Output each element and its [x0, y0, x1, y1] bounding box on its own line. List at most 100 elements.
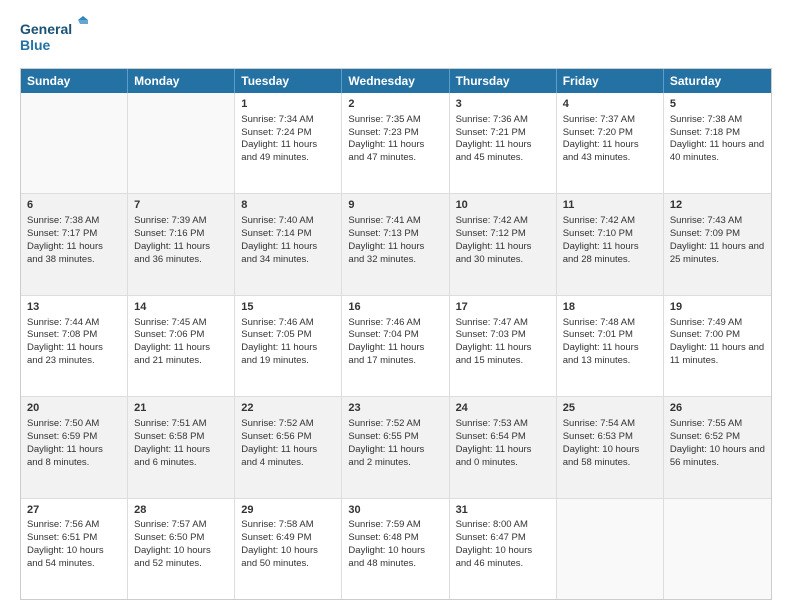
calendar-cell: 3 Sunrise: 7:36 AM Sunset: 7:21 PM Dayli…: [450, 93, 557, 193]
day-number: 19: [670, 300, 765, 315]
calendar-cell: [21, 93, 128, 193]
daylight: Daylight: 11 hours and 17 minutes.: [348, 342, 424, 366]
sunset: Sunset: 7:00 PM: [670, 329, 740, 340]
day-number: 23: [348, 401, 442, 416]
sunset: Sunset: 7:04 PM: [348, 329, 418, 340]
day-number: 2: [348, 97, 442, 112]
day-number: 6: [27, 198, 121, 213]
sunset: Sunset: 7:13 PM: [348, 228, 418, 239]
sunrise: Sunrise: 7:53 AM: [456, 418, 528, 429]
daylight: Daylight: 11 hours and 23 minutes.: [27, 342, 103, 366]
daylight: Daylight: 11 hours and 4 minutes.: [241, 444, 317, 468]
header-cell-sunday: Sunday: [21, 69, 128, 93]
sunset: Sunset: 7:16 PM: [134, 228, 204, 239]
sunset: Sunset: 7:10 PM: [563, 228, 633, 239]
day-number: 3: [456, 97, 550, 112]
sunrise: Sunrise: 7:43 AM: [670, 215, 742, 226]
daylight: Daylight: 11 hours and 43 minutes.: [563, 139, 639, 163]
day-number: 11: [563, 198, 657, 213]
calendar-row: 20 Sunrise: 7:50 AM Sunset: 6:59 PM Dayl…: [21, 396, 771, 497]
calendar-cell: 23 Sunrise: 7:52 AM Sunset: 6:55 PM Dayl…: [342, 397, 449, 497]
header-cell-thursday: Thursday: [450, 69, 557, 93]
day-number: 8: [241, 198, 335, 213]
daylight: Daylight: 11 hours and 30 minutes.: [456, 241, 532, 265]
calendar-cell: [557, 499, 664, 599]
calendar-cell: 1 Sunrise: 7:34 AM Sunset: 7:24 PM Dayli…: [235, 93, 342, 193]
sunset: Sunset: 6:55 PM: [348, 431, 418, 442]
day-number: 31: [456, 503, 550, 518]
calendar-cell: 8 Sunrise: 7:40 AM Sunset: 7:14 PM Dayli…: [235, 194, 342, 294]
sunset: Sunset: 6:56 PM: [241, 431, 311, 442]
calendar-cell: 19 Sunrise: 7:49 AM Sunset: 7:00 PM Dayl…: [664, 296, 771, 396]
day-number: 28: [134, 503, 228, 518]
daylight: Daylight: 11 hours and 13 minutes.: [563, 342, 639, 366]
header-cell-monday: Monday: [128, 69, 235, 93]
logo: General Blue: [20, 16, 90, 60]
sunrise: Sunrise: 7:56 AM: [27, 519, 99, 530]
sunrise: Sunrise: 7:45 AM: [134, 317, 206, 328]
sunrise: Sunrise: 7:38 AM: [670, 114, 742, 125]
daylight: Daylight: 11 hours and 6 minutes.: [134, 444, 210, 468]
daylight: Daylight: 11 hours and 11 minutes.: [670, 342, 764, 366]
sunrise: Sunrise: 7:38 AM: [27, 215, 99, 226]
sunrise: Sunrise: 7:48 AM: [563, 317, 635, 328]
daylight: Daylight: 11 hours and 21 minutes.: [134, 342, 210, 366]
sunrise: Sunrise: 7:52 AM: [348, 418, 420, 429]
daylight: Daylight: 11 hours and 36 minutes.: [134, 241, 210, 265]
sunset: Sunset: 6:53 PM: [563, 431, 633, 442]
day-number: 10: [456, 198, 550, 213]
sunset: Sunset: 7:12 PM: [456, 228, 526, 239]
calendar-cell: 9 Sunrise: 7:41 AM Sunset: 7:13 PM Dayli…: [342, 194, 449, 294]
sunset: Sunset: 6:50 PM: [134, 532, 204, 543]
sunrise: Sunrise: 7:50 AM: [27, 418, 99, 429]
logo-svg: General Blue: [20, 16, 90, 60]
sunrise: Sunrise: 7:46 AM: [348, 317, 420, 328]
sunset: Sunset: 7:17 PM: [27, 228, 97, 239]
day-number: 27: [27, 503, 121, 518]
calendar-cell: 13 Sunrise: 7:44 AM Sunset: 7:08 PM Dayl…: [21, 296, 128, 396]
daylight: Daylight: 10 hours and 58 minutes.: [563, 444, 640, 468]
calendar-cell: [664, 499, 771, 599]
sunrise: Sunrise: 7:39 AM: [134, 215, 206, 226]
calendar-cell: 16 Sunrise: 7:46 AM Sunset: 7:04 PM Dayl…: [342, 296, 449, 396]
day-number: 12: [670, 198, 765, 213]
daylight: Daylight: 11 hours and 15 minutes.: [456, 342, 532, 366]
calendar-cell: 27 Sunrise: 7:56 AM Sunset: 6:51 PM Dayl…: [21, 499, 128, 599]
sunrise: Sunrise: 7:52 AM: [241, 418, 313, 429]
day-number: 9: [348, 198, 442, 213]
day-number: 15: [241, 300, 335, 315]
day-number: 22: [241, 401, 335, 416]
daylight: Daylight: 11 hours and 8 minutes.: [27, 444, 103, 468]
daylight: Daylight: 11 hours and 34 minutes.: [241, 241, 317, 265]
calendar-row: 1 Sunrise: 7:34 AM Sunset: 7:24 PM Dayli…: [21, 93, 771, 193]
day-number: 24: [456, 401, 550, 416]
sunrise: Sunrise: 7:35 AM: [348, 114, 420, 125]
calendar-cell: 4 Sunrise: 7:37 AM Sunset: 7:20 PM Dayli…: [557, 93, 664, 193]
calendar-cell: 26 Sunrise: 7:55 AM Sunset: 6:52 PM Dayl…: [664, 397, 771, 497]
sunset: Sunset: 6:51 PM: [27, 532, 97, 543]
calendar: SundayMondayTuesdayWednesdayThursdayFrid…: [20, 68, 772, 600]
sunrise: Sunrise: 7:37 AM: [563, 114, 635, 125]
daylight: Daylight: 11 hours and 2 minutes.: [348, 444, 424, 468]
calendar-cell: 15 Sunrise: 7:46 AM Sunset: 7:05 PM Dayl…: [235, 296, 342, 396]
daylight: Daylight: 11 hours and 28 minutes.: [563, 241, 639, 265]
calendar-cell: 31 Sunrise: 8:00 AM Sunset: 6:47 PM Dayl…: [450, 499, 557, 599]
calendar-cell: 30 Sunrise: 7:59 AM Sunset: 6:48 PM Dayl…: [342, 499, 449, 599]
day-number: 4: [563, 97, 657, 112]
day-number: 29: [241, 503, 335, 518]
sunset: Sunset: 7:09 PM: [670, 228, 740, 239]
calendar-cell: 14 Sunrise: 7:45 AM Sunset: 7:06 PM Dayl…: [128, 296, 235, 396]
sunset: Sunset: 6:47 PM: [456, 532, 526, 543]
calendar-cell: 10 Sunrise: 7:42 AM Sunset: 7:12 PM Dayl…: [450, 194, 557, 294]
sunrise: Sunrise: 7:40 AM: [241, 215, 313, 226]
svg-text:General: General: [20, 21, 72, 37]
calendar-row: 27 Sunrise: 7:56 AM Sunset: 6:51 PM Dayl…: [21, 498, 771, 599]
sunrise: Sunrise: 7:58 AM: [241, 519, 313, 530]
calendar-cell: 12 Sunrise: 7:43 AM Sunset: 7:09 PM Dayl…: [664, 194, 771, 294]
calendar-cell: 11 Sunrise: 7:42 AM Sunset: 7:10 PM Dayl…: [557, 194, 664, 294]
calendar-cell: 2 Sunrise: 7:35 AM Sunset: 7:23 PM Dayli…: [342, 93, 449, 193]
sunrise: Sunrise: 7:42 AM: [456, 215, 528, 226]
sunrise: Sunrise: 7:59 AM: [348, 519, 420, 530]
sunrise: Sunrise: 7:54 AM: [563, 418, 635, 429]
calendar-body: 1 Sunrise: 7:34 AM Sunset: 7:24 PM Dayli…: [21, 93, 771, 599]
